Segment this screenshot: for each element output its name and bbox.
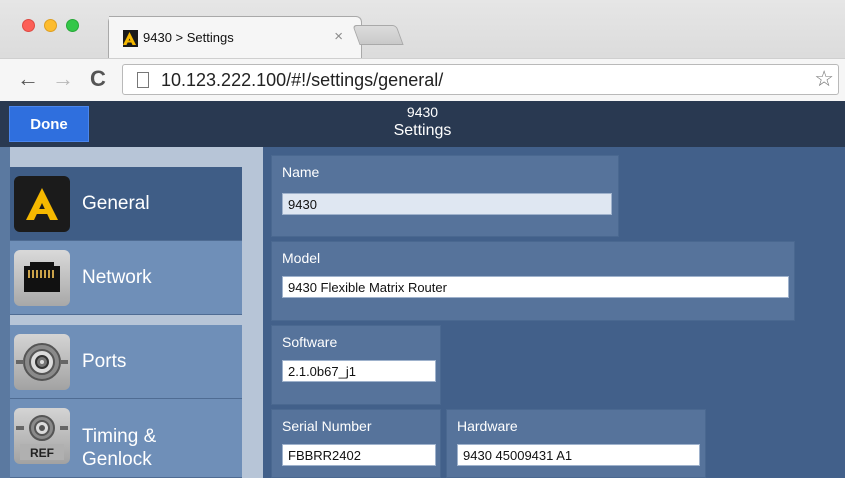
sidebar-item-general[interactable]: General — [10, 167, 242, 241]
sidebar-item-label: General — [82, 193, 150, 214]
browser-tab-active[interactable]: 9430 > Settings × — [108, 16, 362, 58]
browser-toolbar: ← → C 10.123.222.100/#!/settings/general… — [0, 58, 845, 101]
name-label: Name — [282, 164, 320, 180]
device-name-title: 9430 — [406, 104, 439, 120]
forward-icon[interactable]: → — [52, 67, 74, 91]
sidebar-item-label: Network — [82, 267, 152, 288]
app-favicon-icon — [121, 30, 138, 47]
address-bar[interactable]: 10.123.222.100/#!/settings/general/ ☆ — [122, 64, 839, 95]
tab-close-icon[interactable]: × — [334, 28, 343, 45]
sidebar-item-label: Ports — [82, 351, 127, 372]
back-icon[interactable]: ← — [17, 67, 39, 91]
ref-icon-text: REF — [30, 446, 54, 460]
name-card: Name — [271, 155, 619, 237]
bookmark-star-icon[interactable]: ☆ — [814, 66, 834, 92]
serial-number-card: Serial Number — [271, 409, 441, 478]
app-header: Done 9430 Settings — [0, 101, 845, 147]
model-field[interactable] — [282, 276, 789, 298]
serial-number-label: Serial Number — [282, 418, 372, 434]
tab-title: 9430 > Settings — [143, 30, 234, 45]
hardware-label: Hardware — [457, 418, 518, 434]
software-field[interactable] — [282, 360, 436, 382]
sidebar-spacer — [10, 147, 242, 167]
settings-general-panel: Name Model Software Serial Number Hardwa… — [263, 147, 845, 478]
minimize-window-button[interactable] — [44, 19, 57, 32]
software-label: Software — [282, 334, 338, 350]
ref-connector-icon: REF — [14, 408, 70, 464]
browser-chrome: 9430 > Settings × ← → C 10.123.222.100/#… — [0, 0, 845, 101]
bnc-connector-icon — [14, 334, 70, 390]
general-logo-icon — [14, 176, 70, 232]
model-label: Model — [282, 250, 321, 266]
serial-number-field[interactable] — [282, 444, 436, 466]
sidebar-item-label-line2: Genlock — [82, 449, 152, 470]
sidebar-item-label: Timing & Genlock — [82, 425, 156, 471]
hardware-field[interactable] — [457, 444, 700, 466]
model-card: Model — [271, 241, 795, 321]
maximize-window-button[interactable] — [66, 19, 79, 32]
sidebar-item-network[interactable]: Network — [10, 241, 242, 315]
settings-sidebar: General Network Ports REF Timing & Genlo… — [0, 147, 242, 478]
reload-icon[interactable]: C — [90, 67, 106, 91]
new-tab-button[interactable] — [352, 25, 404, 45]
software-card: Software — [271, 325, 441, 405]
name-field[interactable] — [282, 193, 612, 215]
hardware-card: Hardware — [446, 409, 706, 478]
sidebar-item-timing-genlock[interactable]: REF Timing & Genlock — [10, 399, 242, 478]
sidebar-item-ports[interactable]: Ports — [10, 325, 242, 399]
page-title: Settings — [393, 122, 452, 139]
url-text[interactable]: 10.123.222.100/#!/settings/general/ — [161, 70, 443, 91]
page-icon — [137, 72, 149, 88]
sidebar-edge — [242, 147, 263, 478]
sidebar-divider — [10, 315, 242, 325]
sidebar-item-label-line1: Timing & — [82, 426, 157, 447]
close-window-button[interactable] — [22, 19, 35, 32]
ethernet-port-icon — [14, 250, 70, 306]
